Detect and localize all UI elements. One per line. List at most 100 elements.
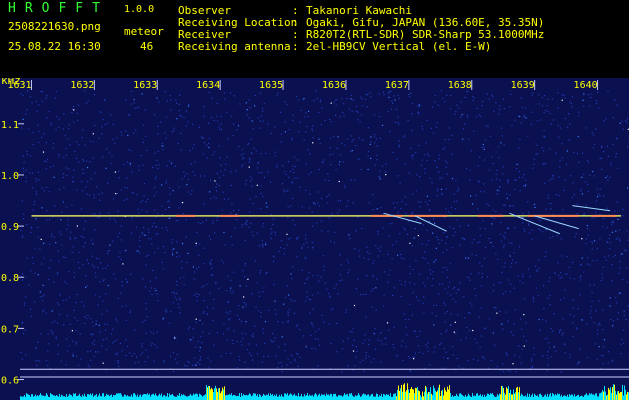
noise-speck: [103, 279, 105, 281]
noise-speck: [268, 309, 270, 311]
noise-speck: [224, 244, 226, 246]
noise-speck: [99, 296, 101, 298]
noise-speck: [419, 330, 421, 333]
noise-speck: [198, 266, 200, 268]
noise-speck: [383, 294, 385, 296]
level-bar: [417, 387, 418, 400]
noise-speck: [238, 305, 240, 307]
noise-speck: [232, 271, 235, 273]
noise-speck: [327, 202, 329, 204]
noise-speck: [144, 109, 146, 111]
noise-speck: [445, 208, 447, 210]
level-bar: [385, 395, 386, 400]
noise-speck: [208, 146, 210, 149]
noise-speck: [378, 93, 380, 95]
level-bar: [110, 395, 111, 400]
noise-speck: [544, 256, 546, 258]
noise-speck: [456, 219, 458, 221]
noise-speck: [361, 227, 363, 230]
noise-speck: [276, 164, 278, 166]
noise-speck: [495, 307, 497, 309]
noise-speck: [308, 173, 310, 176]
noise-speck: [305, 238, 307, 240]
noise-speck: [376, 278, 378, 280]
noise-speck: [604, 256, 606, 258]
level-bar: [156, 395, 157, 400]
level-bar: [304, 394, 305, 400]
noise-speck: [405, 346, 407, 348]
noise-speck: [492, 245, 494, 248]
noise-speck: [178, 186, 180, 188]
noise-speck: [82, 264, 84, 266]
noise-speck: [385, 343, 387, 345]
noise-speck: [576, 213, 578, 215]
noise-speck: [511, 242, 513, 244]
noise-speck: [223, 262, 225, 264]
noise-speck: [577, 308, 579, 310]
level-bar: [50, 393, 51, 400]
noise-speck: [32, 131, 34, 133]
noise-speck: [37, 236, 39, 238]
noise-speck: [615, 153, 617, 155]
level-bar: [470, 396, 471, 400]
noise-speck: [472, 100, 474, 102]
level-bar: [434, 388, 435, 400]
noise-speck: [413, 237, 415, 239]
noise-speck: [539, 229, 541, 231]
noise-speck: [57, 272, 59, 274]
noise-speck: [525, 117, 527, 119]
noise-speck: [53, 281, 55, 283]
noise-speck: [599, 188, 601, 190]
noise-speck: [413, 358, 415, 360]
noise-speck: [67, 138, 69, 140]
noise-speck: [311, 211, 313, 213]
level-bar: [75, 393, 76, 400]
noise-speck: [81, 136, 83, 139]
noise-speck: [485, 125, 487, 127]
level-bar: [215, 385, 216, 400]
noise-speck: [152, 166, 154, 169]
noise-speck: [379, 178, 381, 180]
noise-speck: [372, 358, 375, 360]
noise-speck: [63, 157, 65, 159]
noise-speck: [364, 334, 366, 336]
noise-speck: [232, 135, 234, 137]
level-bar: [515, 392, 516, 400]
noise-speck: [71, 108, 74, 110]
noise-speck: [531, 229, 533, 231]
noise-speck: [418, 111, 420, 113]
level-bar: [56, 395, 57, 400]
noise-speck: [398, 146, 400, 148]
noise-speck: [412, 193, 414, 195]
noise-speck: [147, 356, 149, 358]
noise-speck: [115, 318, 117, 320]
noise-speck: [106, 148, 108, 150]
noise-speck: [288, 176, 290, 178]
noise-speck: [377, 247, 379, 249]
level-bar: [614, 384, 615, 400]
timestamp: 25.08.22 16:30: [8, 40, 101, 53]
noise-speck: [517, 115, 519, 117]
noise-speck: [557, 92, 559, 94]
noise-speck: [570, 103, 573, 105]
level-bar: [435, 390, 436, 400]
level-bar: [484, 394, 485, 400]
noise-speck: [35, 360, 37, 362]
noise-speck: [71, 112, 73, 114]
noise-speck: [186, 184, 188, 186]
noise-speck: [279, 247, 282, 249]
noise-speck: [213, 119, 215, 121]
noise-speck: [375, 309, 377, 311]
noise-speck: [231, 339, 233, 341]
noise-speck: [308, 207, 311, 209]
noise-speck: [51, 310, 53, 312]
noise-speck: [324, 179, 326, 181]
noise-speck: [391, 223, 393, 225]
noise-speck: [473, 97, 475, 99]
noise-speck: [314, 338, 316, 340]
noise-speck: [79, 333, 81, 335]
noise-speck: [280, 362, 282, 364]
noise-speck: [585, 238, 587, 240]
level-bar: [70, 394, 71, 400]
noise-speck: [501, 272, 503, 274]
